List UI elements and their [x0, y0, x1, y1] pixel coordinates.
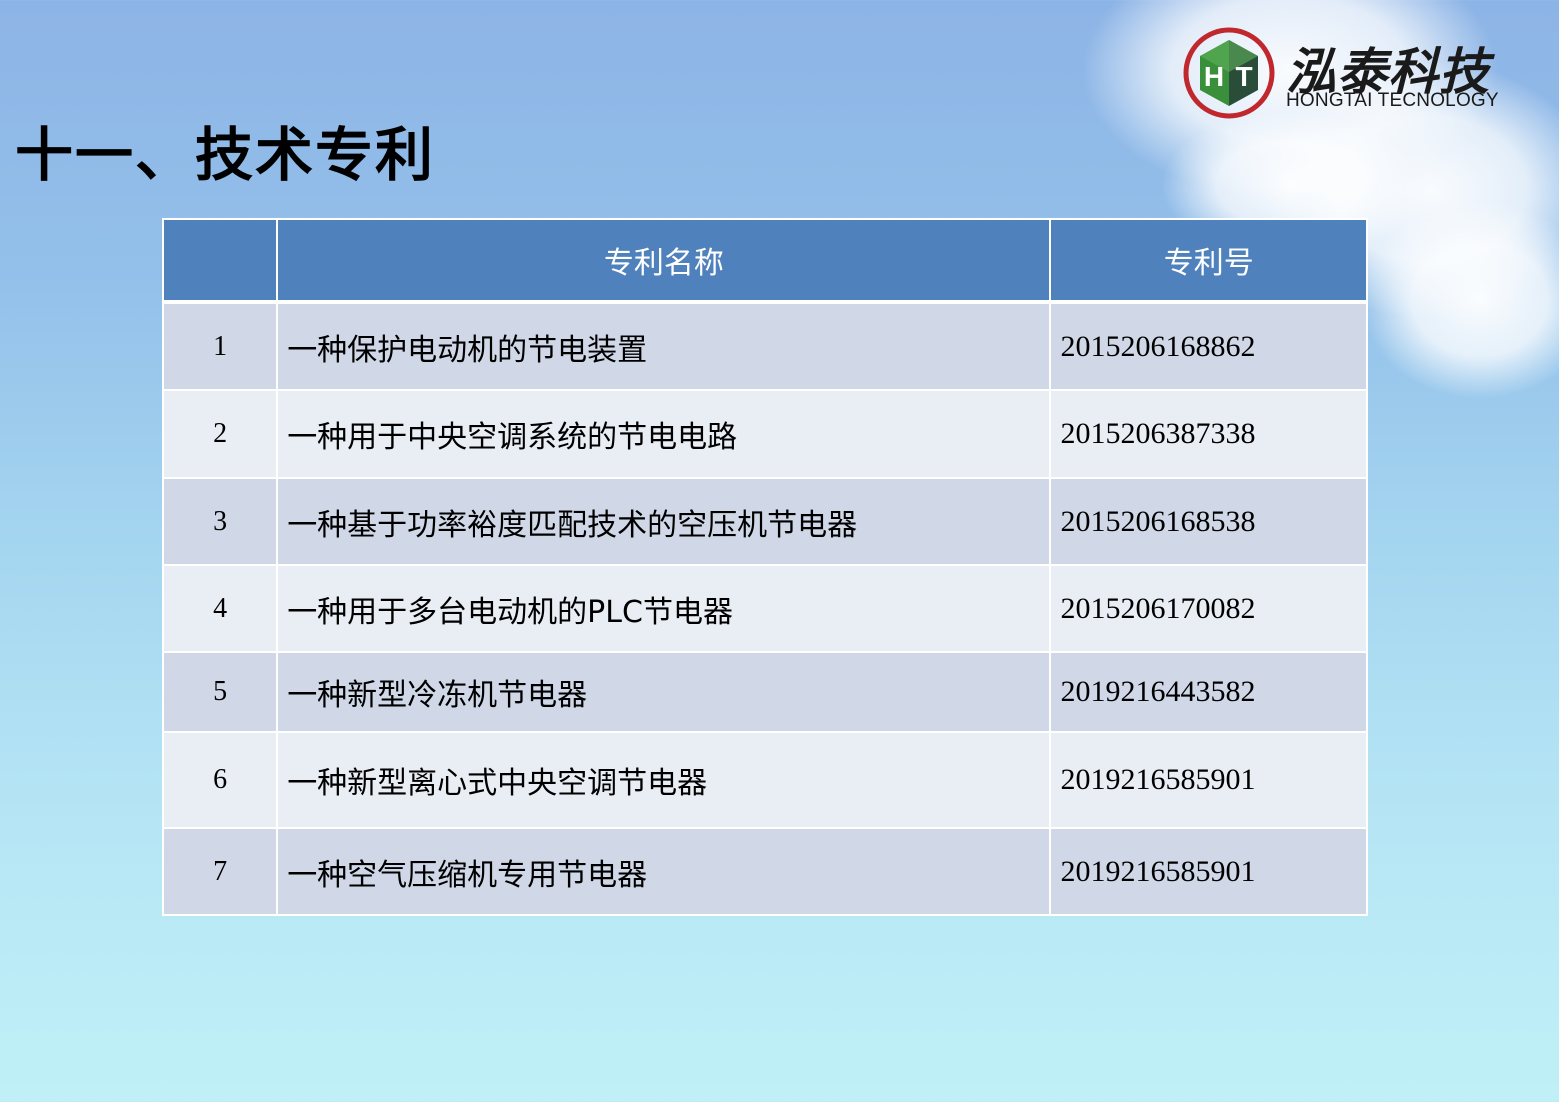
- patent-name: 一种新型离心式中央空调节电器: [276, 731, 1052, 829]
- header-patent-number: 专利号: [1049, 218, 1368, 304]
- row-index: 6: [161, 731, 279, 829]
- patent-name: 一种保护电动机的节电装置: [276, 301, 1052, 391]
- row-index: 4: [161, 564, 279, 653]
- row-index: 1: [161, 301, 279, 391]
- header-index: [161, 218, 279, 304]
- patent-name: 一种用于中央空调系统的节电电路: [276, 389, 1052, 479]
- patent-name: 一种基于功率裕度匹配技术的空压机节电器: [276, 477, 1052, 566]
- ht-logo-icon: H T: [1183, 27, 1275, 119]
- row-index: 5: [161, 651, 279, 733]
- row-index: 2: [161, 389, 279, 479]
- patent-name: 一种新型冷冻机节电器: [276, 651, 1052, 733]
- table-row: 5 一种新型冷冻机节电器 2019216443582: [161, 651, 1368, 733]
- page-title: 十一、技术专利: [15, 121, 436, 189]
- row-index: 3: [161, 477, 279, 566]
- row-index: 7: [161, 827, 279, 916]
- table-row: 6 一种新型离心式中央空调节电器 2019216585901: [161, 731, 1368, 829]
- patent-name: 一种用于多台电动机的PLC节电器: [276, 564, 1052, 653]
- patent-number: 2015206170082: [1049, 564, 1368, 653]
- table-row: 7 一种空气压缩机专用节电器 2019216585901: [161, 827, 1368, 916]
- logo-letter-h: H: [1204, 61, 1224, 92]
- patent-number: 2015206168538: [1049, 477, 1368, 566]
- table-row: 3 一种基于功率裕度匹配技术的空压机节电器 2015206168538: [161, 477, 1368, 566]
- table-row: 2 一种用于中央空调系统的节电电路 2015206387338: [161, 389, 1368, 479]
- patent-number: 2015206168862: [1049, 301, 1368, 391]
- patent-number: 2019216443582: [1049, 651, 1368, 733]
- patent-number: 2019216585901: [1049, 731, 1368, 829]
- patent-number: 2019216585901: [1049, 827, 1368, 916]
- patent-name: 一种空气压缩机专用节电器: [276, 827, 1052, 916]
- logo-name-en: HONGTAI TECNOLOGY: [1286, 90, 1499, 111]
- table-row: 1 一种保护电动机的节电装置 2015206168862: [161, 301, 1368, 391]
- logo-letter-t: T: [1235, 61, 1252, 92]
- company-logo: H T 泓泰科技 HONGTAI TECNOLOGY: [1182, 26, 1532, 121]
- table-header-row: 专利名称 专利号: [161, 218, 1368, 304]
- table-row: 4 一种用于多台电动机的PLC节电器 2015206170082: [161, 564, 1368, 653]
- patent-number: 2015206387338: [1049, 389, 1368, 479]
- patent-table: 专利名称 专利号 1 一种保护电动机的节电装置 2015206168862 2 …: [161, 218, 1368, 916]
- header-patent-name: 专利名称: [276, 218, 1052, 304]
